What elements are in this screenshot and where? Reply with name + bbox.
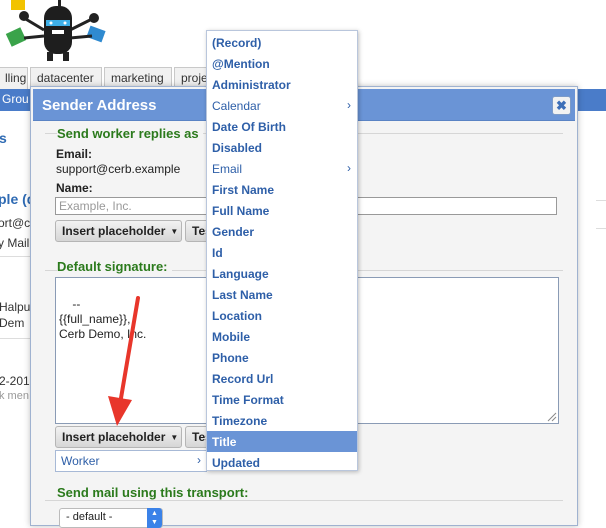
menu-item-first-name[interactable]: First Name <box>207 179 357 200</box>
menu-item-label: @Mention <box>212 57 270 71</box>
menu-item-location[interactable]: Location <box>207 305 357 326</box>
cerb-robot-logo <box>5 0 106 61</box>
bg-fragment-support: ort@c <box>0 216 31 230</box>
worker-placeholder-select[interactable]: Worker › <box>55 450 207 472</box>
transport-select-value: - default - <box>66 511 113 523</box>
transport-select[interactable]: - default - ▲ ▼ <box>59 508 163 528</box>
menu-item-label: Timezone <box>212 414 268 428</box>
insert-placeholder-button[interactable]: Insert placeholder ▼ <box>55 220 182 242</box>
menu-item-label: Phone <box>212 351 249 365</box>
bg-fragment-halpu: Halpu <box>0 300 31 314</box>
chevron-right-icon: › <box>347 161 351 175</box>
menu-item-label: Administrator <box>212 78 291 92</box>
menu-item-label: Last Name <box>212 288 273 302</box>
menu-item-record[interactable]: (Record) <box>207 32 357 53</box>
bg-divider-2 <box>0 338 30 339</box>
name-label: Name: <box>56 181 93 195</box>
close-icon: ✖ <box>556 98 567 113</box>
menu-item-date-of-birth[interactable]: Date Of Birth <box>207 116 357 137</box>
menu-item-full-name[interactable]: Full Name <box>207 200 357 221</box>
menu-item-id[interactable]: Id <box>207 242 357 263</box>
menu-item-label: Title <box>212 435 237 449</box>
menu-item-label: Date Of Birth <box>212 120 287 134</box>
bg-tab-billing[interactable]: lling <box>0 67 28 89</box>
worker-select-label: Worker <box>61 454 100 468</box>
menu-item-label: Email <box>212 162 243 176</box>
bg-fragment-s: s <box>0 130 7 146</box>
menu-item-record-url[interactable]: Record Url <box>207 368 357 389</box>
menu-item-label: Disabled <box>212 141 263 155</box>
menu-item-disabled[interactable]: Disabled <box>207 137 357 158</box>
bg-fragment-mail: y Mail <box>0 236 30 250</box>
insert-placeholder-label: Insert placeholder <box>62 224 166 238</box>
menu-item-label: Updated <box>212 456 260 470</box>
replies-legend: Send worker replies as <box>57 126 203 141</box>
caret-down-icon: ▼ <box>170 227 179 236</box>
menu-item-title[interactable]: Title <box>207 431 357 452</box>
menu-item-updated[interactable]: Updated <box>207 452 357 473</box>
menu-item-phone[interactable]: Phone <box>207 347 357 368</box>
menu-item-timezone[interactable]: Timezone <box>207 410 357 431</box>
dialog-title: Sender Address <box>42 97 157 114</box>
transport-fieldset-border <box>45 500 563 501</box>
menu-item-mobile[interactable]: Mobile <box>207 326 357 347</box>
signature-legend: Default signature: <box>57 259 172 274</box>
menu-item-time-format[interactable]: Time Format <box>207 389 357 410</box>
menu-item-label: Mobile <box>212 330 250 344</box>
signature-text: -- {{full_name}}, Cerb Demo, Inc. <box>59 297 147 341</box>
placeholder-menu: (Record) @Mention Administrator Calendar › Da… <box>206 30 358 471</box>
bg-fragment-k-men: k men <box>0 390 29 402</box>
menu-item-label: (Record) <box>212 36 262 50</box>
menu-item-mention[interactable]: @Mention <box>207 53 357 74</box>
menu-item-email[interactable]: Email › <box>207 158 357 179</box>
chevron-right-icon: › <box>197 453 201 467</box>
chevron-right-icon: › <box>347 98 351 112</box>
menu-item-label: Calendar <box>212 99 261 113</box>
insert-placeholder-label-signature: Insert placeholder <box>62 430 166 444</box>
menu-item-label: Id <box>212 246 223 260</box>
select-arrows-icon: ▲ ▼ <box>147 508 162 528</box>
menu-item-label: Language <box>212 267 269 281</box>
transport-legend: Send mail using this transport: <box>57 485 253 500</box>
email-value: support@cerb.example <box>56 162 181 176</box>
resize-grip-icon[interactable] <box>547 412 557 422</box>
insert-placeholder-button-signature[interactable]: Insert placeholder ▼ <box>55 426 182 448</box>
bg-groups-label: Grou <box>2 92 29 106</box>
bg-divider <box>0 256 30 257</box>
menu-item-label: Time Format <box>212 393 284 407</box>
bg-right-rule-2 <box>596 228 606 229</box>
menu-item-label: Record Url <box>212 372 274 386</box>
bg-fragment-demo: Dem <box>0 316 25 330</box>
menu-item-gender[interactable]: Gender <box>207 221 357 242</box>
menu-item-administrator[interactable]: Administrator <box>207 74 357 95</box>
menu-item-calendar[interactable]: Calendar › <box>207 95 357 116</box>
menu-item-language[interactable]: Language <box>207 263 357 284</box>
name-input-placeholder: Example, Inc. <box>59 199 132 213</box>
menu-item-label: First Name <box>212 183 275 197</box>
caret-down-icon: ▼ <box>170 433 179 442</box>
bg-right-rule-1 <box>596 200 606 201</box>
menu-item-label: Full Name <box>212 204 270 218</box>
menu-item-last-name[interactable]: Last Name <box>207 284 357 305</box>
close-button[interactable]: ✖ <box>552 96 571 115</box>
email-label: Email: <box>56 147 93 161</box>
bg-fragment-date: 2-201 <box>0 374 30 388</box>
menu-item-label: Gender <box>212 225 255 239</box>
menu-item-label: Location <box>212 309 262 323</box>
